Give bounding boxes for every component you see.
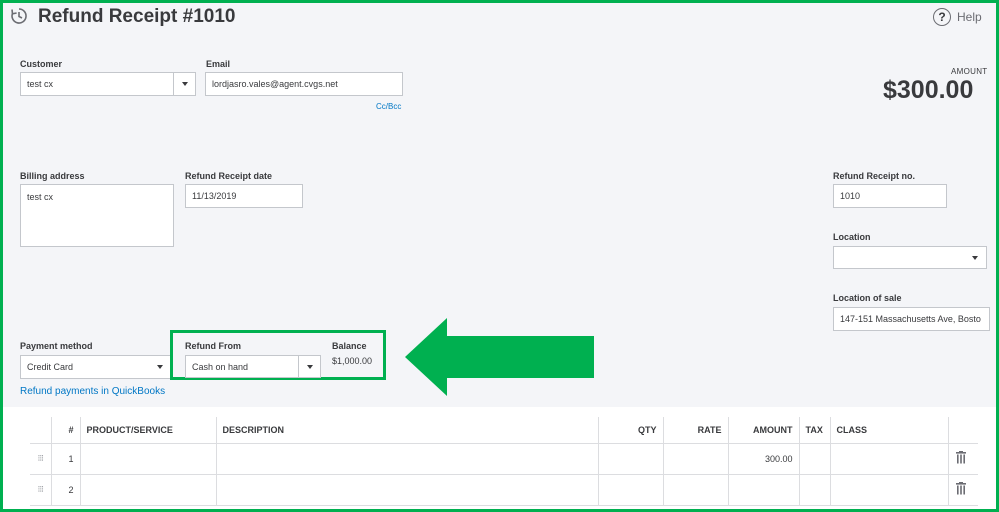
tax-cell[interactable] — [799, 443, 831, 475]
email-label: Email — [206, 59, 231, 69]
trash-icon[interactable] — [955, 482, 967, 495]
billing-address-value: test cx — [27, 192, 54, 202]
tax-cell[interactable] — [799, 474, 831, 506]
receipt-date-label: Refund Receipt date — [185, 171, 273, 181]
grip-column-header — [30, 417, 52, 444]
row-number: 2 — [51, 474, 81, 506]
chevron-down-icon[interactable] — [964, 247, 986, 268]
amount-cell[interactable] — [728, 474, 800, 506]
column-header-qty: QTY — [598, 417, 664, 444]
table-header-row: # PRODUCT/SERVICE DESCRIPTION QTY RATE A… — [30, 417, 978, 444]
drag-handle-icon[interactable]: ⁝⁝⁝ — [30, 474, 52, 506]
receipt-no-field[interactable]: 1010 — [833, 184, 947, 208]
amount-cell[interactable]: 300.00 — [728, 443, 800, 475]
column-header-product: PRODUCT/SERVICE — [80, 417, 217, 444]
balance-value: $1,000.00 — [332, 356, 373, 366]
table-row[interactable]: ⁝⁝⁝ 2 — [30, 474, 978, 506]
amount-value: $300.00 — [883, 76, 974, 104]
column-header-rate: RATE — [663, 417, 729, 444]
customer-label: Customer — [20, 59, 63, 69]
help-button[interactable]: ? Help — [933, 8, 982, 26]
receipt-no-value: 1010 — [840, 191, 861, 201]
product-cell[interactable] — [80, 474, 217, 506]
balance-label: Balance — [332, 341, 367, 351]
column-header-description: DESCRIPTION — [216, 417, 599, 444]
help-label: Help — [957, 10, 982, 24]
chevron-down-icon[interactable] — [149, 356, 171, 378]
receipt-date-value: 11/13/2019 — [192, 191, 237, 201]
location-of-sale-label: Location of sale — [833, 293, 902, 303]
customer-select[interactable]: test cx — [20, 72, 196, 96]
location-label: Location — [833, 232, 871, 242]
description-cell[interactable] — [216, 443, 599, 475]
receipt-no-label: Refund Receipt no. — [833, 171, 916, 181]
description-cell[interactable] — [216, 474, 599, 506]
refund-from-label: Refund From — [185, 341, 241, 351]
product-cell[interactable] — [80, 443, 217, 475]
location-of-sale-field[interactable]: 147-151 Massachusetts Ave, Bosto — [833, 307, 990, 331]
chevron-down-icon[interactable] — [173, 73, 195, 95]
column-header-num: # — [51, 417, 81, 444]
annotation-arrow-icon — [405, 318, 594, 396]
email-field[interactable]: lordjasro.vales@agent.cvgs.net — [205, 72, 403, 96]
help-icon: ? — [933, 8, 951, 26]
customer-value: test cx — [27, 79, 54, 89]
delete-row-button[interactable] — [948, 443, 978, 475]
payment-method-select[interactable]: Credit Card — [20, 355, 172, 379]
page-title: Refund Receipt #1010 — [38, 6, 236, 27]
column-header-class: CLASS — [830, 417, 949, 444]
billing-address-label: Billing address — [20, 171, 85, 181]
qty-cell[interactable] — [598, 474, 664, 506]
row-number: 1 — [51, 443, 81, 475]
history-icon[interactable] — [9, 6, 29, 26]
amount-label: AMOUNT — [951, 67, 988, 76]
qty-cell[interactable] — [598, 443, 664, 475]
refund-from-select[interactable]: Cash on hand — [185, 355, 321, 378]
column-header-tax: TAX — [799, 417, 831, 444]
delete-column-header — [948, 417, 978, 444]
payment-method-value: Credit Card — [27, 362, 74, 372]
email-value: lordjasro.vales@agent.cvgs.net — [212, 79, 338, 89]
location-select[interactable] — [833, 246, 987, 269]
refund-payments-link[interactable]: Refund payments in QuickBooks — [20, 386, 165, 397]
trash-icon[interactable] — [955, 451, 967, 464]
line-items-table: # PRODUCT/SERVICE DESCRIPTION QTY RATE A… — [30, 417, 978, 506]
class-cell[interactable] — [830, 474, 949, 506]
drag-handle-icon[interactable]: ⁝⁝⁝ — [30, 443, 52, 475]
delete-row-button[interactable] — [948, 474, 978, 506]
table-row[interactable]: ⁝⁝⁝ 1 300.00 — [30, 443, 978, 475]
refund-from-value: Cash on hand — [192, 361, 249, 372]
cc-bcc-link[interactable]: Cc/Bcc — [376, 102, 401, 111]
rate-cell[interactable] — [663, 474, 729, 506]
chevron-down-icon[interactable] — [298, 356, 320, 377]
receipt-date-field[interactable]: 11/13/2019 — [185, 184, 303, 208]
column-header-amount: AMOUNT — [728, 417, 800, 444]
payment-method-label: Payment method — [20, 341, 93, 351]
class-cell[interactable] — [830, 443, 949, 475]
rate-cell[interactable] — [663, 443, 729, 475]
location-of-sale-value: 147-151 Massachusetts Ave, Bosto — [840, 314, 981, 324]
billing-address-field[interactable]: test cx — [20, 184, 174, 247]
